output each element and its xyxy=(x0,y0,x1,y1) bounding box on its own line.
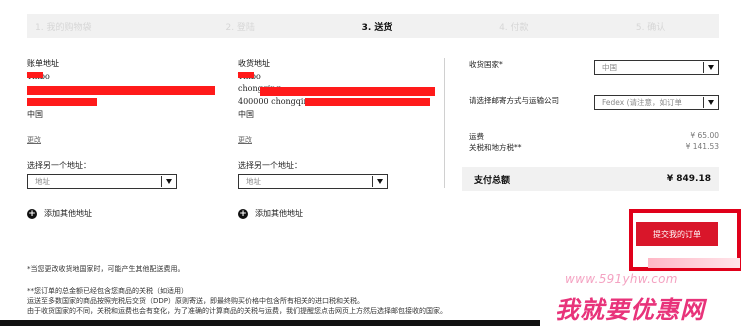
chevron-down-icon xyxy=(704,65,718,70)
shipping-postcode-redaction xyxy=(305,98,430,106)
note-ddp: 运送至多数国家的商品按照完税后交货（DDP）原则寄送，即最终购买价格中包含所有相… xyxy=(27,297,365,305)
order-total-label: 支付总额 xyxy=(474,175,511,186)
watermark-url: www.591yhw.com xyxy=(565,272,678,286)
step-shipping: 3. 送货 xyxy=(361,22,393,33)
billing-add-address-label: 添加其他地址 xyxy=(44,209,92,218)
billing-address-select[interactable]: 地址 xyxy=(27,174,177,189)
plus-circle-icon: + xyxy=(238,208,248,219)
shipping-country: 中国 xyxy=(238,110,254,119)
billing-select-label: 选择另一个地址： xyxy=(27,161,91,170)
step-cart[interactable]: 1. 我的购物袋 xyxy=(27,14,172,38)
chevron-down-icon xyxy=(162,179,176,184)
shipping-add-address-label: 添加其他地址 xyxy=(255,209,303,218)
destination-country-label: 收货国家* xyxy=(469,60,503,69)
shipping-change-link[interactable]: 更改 xyxy=(238,135,252,145)
step-confirm: 5. 确认 xyxy=(635,22,666,33)
billing-add-address-button[interactable]: + 添加其他地址 xyxy=(27,208,92,219)
shipping-name-redaction xyxy=(238,72,254,78)
checkout-steps: 1. 我的购物袋 2. 登陆 3. 送货 4. 付款 5. 确认 xyxy=(27,14,719,38)
step-payment: 4. 付款 xyxy=(499,22,529,33)
plus-circle-icon: + xyxy=(27,208,37,219)
order-total: 支付总额 ¥ 849.18 xyxy=(462,167,719,191)
note-country-variance: 由于收货国家的不同，关税和运费也会有变化，为了准确的计算商品的关税与运费，我们提… xyxy=(27,307,447,315)
duty-tax-label: 关税和地方税** xyxy=(469,143,522,152)
shipping-address-title: 收货地址 xyxy=(238,59,270,68)
chevron-down-icon xyxy=(704,100,718,105)
destination-country-select[interactable]: 中国 xyxy=(594,60,719,75)
order-total-value: ¥ 849.18 xyxy=(666,174,711,184)
billing-change-link[interactable]: 更改 xyxy=(27,135,41,145)
shipping-select-label: 选择另一个地址： xyxy=(238,161,302,170)
submit-shadow xyxy=(648,258,740,268)
shipping-method-value: Fedex (请注意，如订单 xyxy=(602,98,683,107)
shipping-method-select[interactable]: Fedex (请注意，如订单 xyxy=(594,95,719,110)
note-country-change: *当您更改收货地国家时，可能产生其他配送费用。 xyxy=(27,265,185,273)
note-duty-included: **您订单的总金额已经包含您商品的关税（如适用） xyxy=(27,287,188,295)
shipping-fee-label: 运费 xyxy=(469,132,484,141)
billing-city-redaction xyxy=(27,98,97,106)
shipping-address-select-value: 地址 xyxy=(246,177,261,186)
shipping-fee-value: ¥ 65.00 xyxy=(690,131,719,140)
destination-country-value: 中国 xyxy=(602,63,617,72)
watermark-logo: 我就要优惠网 xyxy=(555,296,705,324)
shipping-postcode-city: 400000 chongqing xyxy=(238,97,314,106)
duty-tax-value: ¥ 141.53 xyxy=(685,142,719,151)
shipping-address-select[interactable]: 地址 xyxy=(238,174,388,189)
column-divider xyxy=(444,58,445,188)
billing-address-select-value: 地址 xyxy=(35,177,50,186)
shipping-street-redaction xyxy=(260,87,435,96)
chevron-down-icon xyxy=(373,179,387,184)
footer-bar xyxy=(0,320,540,326)
billing-name-redaction xyxy=(27,72,43,78)
shipping-method-label: 请选择邮寄方式与运输公司 xyxy=(469,96,559,105)
billing-country: 中国 xyxy=(27,110,43,119)
billing-street-redaction xyxy=(27,86,215,95)
billing-address-title: 账单地址 xyxy=(27,59,59,68)
step-login[interactable]: 2. 登陆 xyxy=(172,14,309,38)
shipping-add-address-button[interactable]: + 添加其他地址 xyxy=(238,208,303,219)
submit-order-button[interactable]: 提交我的订单 xyxy=(636,222,718,246)
